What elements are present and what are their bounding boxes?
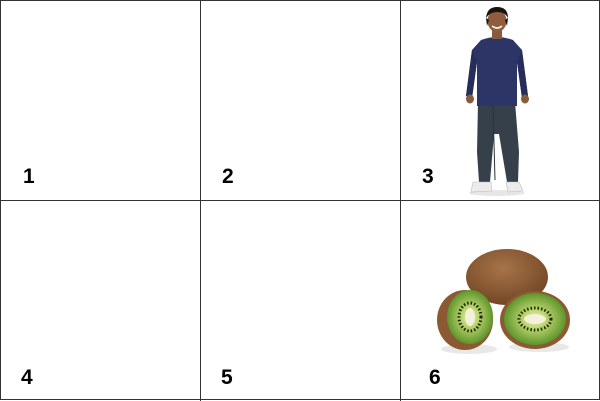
cell-number-5: 5 — [221, 366, 233, 389]
grid-cell-3[interactable]: 3 — [401, 2, 600, 201]
grid-cell-4[interactable]: 4 — [2, 201, 201, 400]
cell-number-3: 3 — [422, 165, 434, 188]
grid-cell-2[interactable]: 2 — [201, 2, 400, 201]
cell-number-4: 4 — [21, 366, 33, 389]
cell-number-2: 2 — [222, 165, 234, 188]
grid-cell-5[interactable]: 5 — [201, 201, 400, 400]
cell-number-1: 1 — [23, 165, 35, 188]
grid-cell-6[interactable]: 6 — [401, 201, 600, 400]
picture-grid: 1 2 3 4 5 6 — [0, 0, 600, 401]
cell-number-6: 6 — [429, 366, 441, 389]
grid-cell-1[interactable]: 1 — [2, 2, 201, 201]
